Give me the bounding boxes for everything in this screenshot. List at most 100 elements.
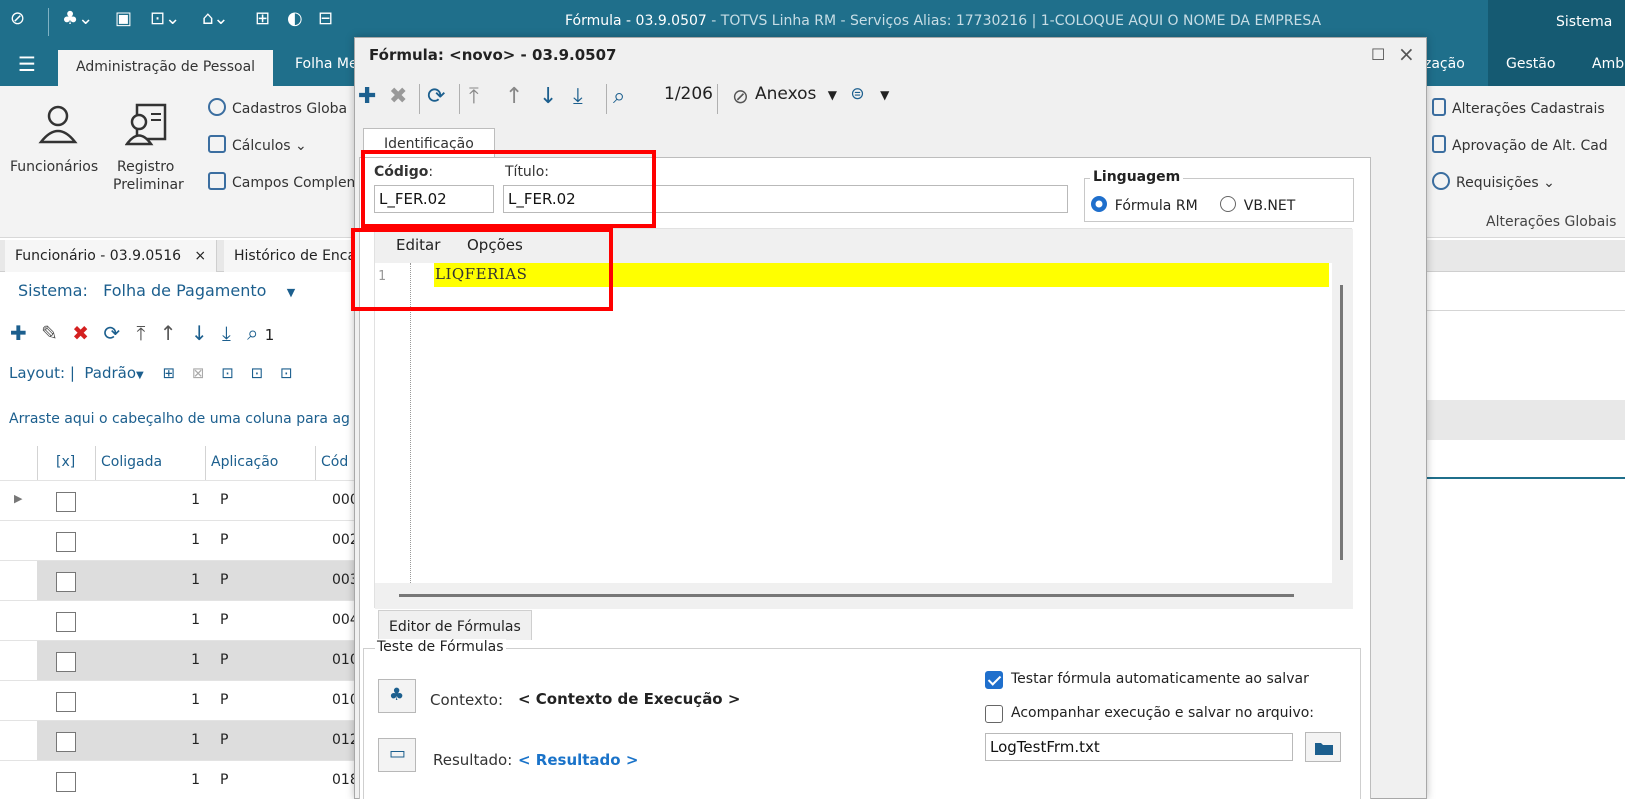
testar-auto-checkbox[interactable]	[985, 671, 1003, 689]
result-icon: ▭	[389, 743, 407, 764]
scrollbar-thumb[interactable]	[399, 594, 1294, 597]
sistema-selector[interactable]: Sistema: Folha de Pagamento ▼	[18, 281, 295, 300]
table-row[interactable]: 1 P 004	[0, 600, 360, 640]
cell-coligada: 1	[191, 732, 200, 748]
cell-aplicacao: P	[220, 612, 229, 628]
exit-icon[interactable]: ⊟	[318, 8, 333, 29]
maximize-icon[interactable]: ☐	[1371, 45, 1385, 64]
cell-coligada: 1	[191, 692, 200, 708]
scrollbar-thumb[interactable]	[1340, 285, 1343, 560]
save-layout-icon[interactable]: ⊡	[221, 364, 234, 382]
resultado-label: Resultado:	[433, 751, 513, 769]
linguagem-label: Linguagem	[1090, 169, 1184, 185]
last-icon[interactable]: ⤓	[222, 321, 231, 345]
caret-down-icon[interactable]: ▼	[880, 88, 889, 102]
search-icon[interactable]: ⌕	[613, 84, 625, 109]
alteracoes-cadastrais-button[interactable]: Alterações Cadastrais	[1432, 98, 1605, 117]
radio-vbnet[interactable]: VB.NET	[1219, 195, 1295, 214]
tab-editor-formulas[interactable]: Editor de Fórmulas	[378, 610, 532, 640]
app-menu-icon[interactable]: ☰	[18, 52, 36, 76]
add-layout-icon[interactable]: ⊞	[163, 364, 176, 382]
table-row[interactable]: 1 P 012	[0, 720, 360, 761]
refresh-icon[interactable]: ⟳	[103, 321, 120, 345]
table-row[interactable]: 1 P 002	[0, 520, 360, 560]
close-icon[interactable]: ×	[1398, 42, 1415, 66]
first-record-icon[interactable]: ⤒	[469, 84, 479, 109]
refresh-window-icon[interactable]: ⊡⌄	[150, 8, 180, 29]
column-header-check[interactable]: [x]	[37, 446, 95, 480]
contexto-button[interactable]: ♣	[378, 679, 416, 713]
next-icon[interactable]: ↓	[191, 321, 208, 345]
grid-icon[interactable]: ⊞	[255, 8, 270, 29]
tab-gestao[interactable]: Gestão	[1506, 56, 1555, 72]
toolbar-separator	[419, 84, 420, 114]
refresh-icon[interactable]: ⟳	[427, 84, 445, 109]
browse-folder-button[interactable]	[1305, 732, 1341, 762]
last-record-icon[interactable]: ⤓	[573, 84, 583, 109]
next-record-icon[interactable]: ↓	[539, 84, 557, 109]
delete-icon[interactable]: ✖	[389, 84, 407, 109]
sistema-menu[interactable]: Sistema	[1488, 0, 1625, 46]
window-icon[interactable]: ▣	[115, 8, 132, 29]
row-checkbox[interactable]	[56, 572, 76, 592]
first-icon[interactable]: ⤒	[137, 321, 146, 345]
context-icon: ♣	[389, 685, 405, 705]
hierarchy-icon[interactable]: ♣⌄	[62, 8, 93, 29]
column-header-coligada[interactable]: Coligada	[95, 446, 205, 480]
home-icon[interactable]: ⌂⌄	[202, 8, 229, 29]
row-checkbox[interactable]	[56, 492, 76, 512]
row-checkbox[interactable]	[56, 732, 76, 752]
import-layout-icon[interactable]: ⊡	[280, 364, 293, 382]
table-row[interactable]: 1 P 003	[0, 560, 360, 601]
campos-complementares-button[interactable]: Campos Complem	[208, 172, 360, 191]
tab-folha[interactable]: Folha Me	[295, 56, 358, 72]
layout-selector[interactable]: Padrão	[84, 364, 136, 382]
row-checkbox[interactable]	[56, 612, 76, 632]
paperclip-icon[interactable]: ⊘	[732, 84, 749, 108]
registro-label-1: Registro	[117, 159, 175, 175]
anexos-menu[interactable]: Anexos ▼ ⊜ ▼	[755, 84, 889, 104]
tab-localizacao[interactable]: zação	[1424, 56, 1465, 72]
add-icon[interactable]: ✚	[358, 84, 376, 109]
row-checkbox[interactable]	[56, 692, 76, 712]
export-layout-icon[interactable]: ⊡	[251, 364, 264, 382]
radio-formula-rm[interactable]: Fórmula RM	[1090, 195, 1198, 214]
doctab-funcionario[interactable]: Funcionário - 03.9.0516 ×	[5, 240, 218, 272]
search-icon[interactable]: ⌕	[247, 321, 258, 345]
cell-aplicacao: P	[220, 692, 229, 708]
vertical-scrollbar[interactable]	[1332, 263, 1353, 583]
edit-icon[interactable]: ✎	[41, 321, 58, 345]
remove-layout-icon[interactable]: ⊠	[192, 364, 205, 382]
totvs-logo-icon[interactable]: ⊘	[10, 8, 25, 29]
background-panel-right	[1420, 300, 1625, 799]
tab-ambiente[interactable]: Amb	[1592, 56, 1624, 72]
row-checkbox[interactable]	[56, 652, 76, 672]
prev-icon[interactable]: ↑	[160, 321, 177, 345]
add-icon[interactable]: ✚	[10, 321, 27, 345]
horizontal-scrollbar[interactable]	[375, 583, 1353, 609]
column-header-aplicacao[interactable]: Aplicação	[205, 446, 315, 480]
teste-formulas-label: Teste de Fórmulas	[375, 639, 506, 655]
row-checkbox[interactable]	[56, 532, 76, 552]
table-row[interactable]: 1 P 010	[0, 640, 360, 681]
web-icon[interactable]: ⊜	[850, 84, 864, 104]
requisicoes-button[interactable]: Requisições ⌄	[1432, 172, 1555, 191]
close-icon[interactable]: ×	[194, 248, 206, 264]
previous-record-icon[interactable]: ↑	[505, 84, 523, 109]
calculos-button[interactable]: Cálculos ⌄	[208, 135, 307, 154]
aprovacao-button[interactable]: Aprovação de Alt. Cad	[1432, 135, 1608, 154]
doctab-historico[interactable]: Histórico de Enca	[224, 240, 368, 272]
table-row[interactable]: ▶ 1 P 000	[0, 480, 360, 520]
table-row[interactable]: 1 P 010	[0, 680, 360, 720]
tab-administracao-pessoal[interactable]: Administração de Pessoal	[58, 50, 274, 86]
log-file-input[interactable]: LogTestFrm.txt	[985, 733, 1293, 761]
row-checkbox[interactable]	[56, 772, 76, 792]
delete-icon[interactable]: ✖	[72, 321, 89, 345]
acompanhar-checkbox[interactable]	[985, 705, 1003, 723]
table-row[interactable]: 1 P 018	[0, 760, 360, 799]
help-icon[interactable]: ◐	[287, 8, 303, 29]
acompanhar-label: Acompanhar execução e salvar no arquivo:	[1011, 705, 1315, 721]
resultado-button[interactable]: ▭	[378, 738, 416, 772]
resultado-value[interactable]: < Resultado >	[518, 751, 638, 769]
cadastros-globais-button[interactable]: Cadastros Globa	[208, 98, 347, 117]
